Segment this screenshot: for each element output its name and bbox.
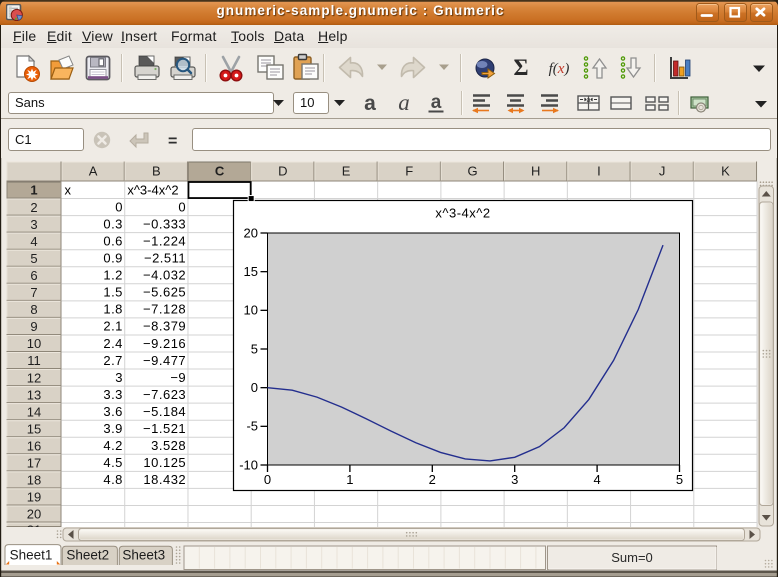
svg-text:1.8: 1.8 xyxy=(103,302,123,317)
svg-text:4.5: 4.5 xyxy=(103,455,123,470)
svg-text:2.1: 2.1 xyxy=(103,319,123,334)
svg-text:15: 15 xyxy=(27,421,41,436)
svg-text:F: F xyxy=(405,164,413,179)
svg-text:0: 0 xyxy=(115,199,123,214)
svg-text:4: 4 xyxy=(30,234,37,249)
svg-text:11: 11 xyxy=(27,353,41,368)
svg-text:D: D xyxy=(278,164,287,179)
svg-text:7: 7 xyxy=(30,285,37,300)
svg-text:2: 2 xyxy=(429,472,436,487)
svg-text:0: 0 xyxy=(178,199,186,214)
svg-text:12: 12 xyxy=(27,370,41,385)
svg-text:B: B xyxy=(152,164,161,179)
svg-text:5: 5 xyxy=(251,341,258,356)
svg-text:16: 16 xyxy=(27,438,41,453)
svg-text:4: 4 xyxy=(593,472,600,487)
svg-text:18.432: 18.432 xyxy=(143,472,186,487)
svg-text:0.6: 0.6 xyxy=(103,233,123,248)
svg-text:−7.128: −7.128 xyxy=(143,302,186,317)
svg-text:3: 3 xyxy=(511,472,518,487)
svg-text:14: 14 xyxy=(27,404,41,419)
svg-text:9: 9 xyxy=(30,319,37,334)
svg-text:−9.477: −9.477 xyxy=(143,353,186,368)
svg-text:3.9: 3.9 xyxy=(103,421,123,436)
svg-text:H: H xyxy=(531,164,540,179)
svg-text:Sum=0: Sum=0 xyxy=(611,550,653,565)
svg-text:3.3: 3.3 xyxy=(103,387,123,402)
svg-text:-10: -10 xyxy=(239,457,258,472)
svg-text:4.8: 4.8 xyxy=(103,472,123,487)
svg-text:3.6: 3.6 xyxy=(103,404,123,419)
svg-text:18: 18 xyxy=(27,473,41,488)
svg-text:1.5: 1.5 xyxy=(103,285,123,300)
svg-text:−9.216: −9.216 xyxy=(143,336,186,351)
svg-text:C: C xyxy=(215,164,225,179)
svg-text:-5: -5 xyxy=(246,419,258,434)
svg-text:Σ: Σ xyxy=(513,55,528,80)
svg-text:−5.184: −5.184 xyxy=(143,404,186,419)
svg-text:3: 3 xyxy=(115,370,123,385)
svg-text:17: 17 xyxy=(27,456,41,471)
svg-text:E: E xyxy=(342,164,351,179)
svg-text:−4.032: −4.032 xyxy=(143,268,186,283)
svg-text:a: a xyxy=(364,92,376,115)
svg-text:−7.623: −7.623 xyxy=(143,387,186,402)
svg-text:13: 13 xyxy=(27,387,41,402)
svg-text:20: 20 xyxy=(27,507,41,522)
svg-text:3.528: 3.528 xyxy=(151,438,186,453)
svg-text:5: 5 xyxy=(30,251,37,266)
svg-text:Sheet1: Sheet1 xyxy=(10,548,53,563)
svg-text:x: x xyxy=(65,182,72,197)
svg-text:1: 1 xyxy=(30,183,37,198)
svg-text:6: 6 xyxy=(30,268,37,283)
svg-text:−0.333: −0.333 xyxy=(143,216,186,231)
svg-text:=: = xyxy=(168,133,177,150)
svg-text:3: 3 xyxy=(30,217,37,232)
svg-text:−9: −9 xyxy=(170,370,186,385)
svg-text:8: 8 xyxy=(30,302,37,317)
svg-text:−5.625: −5.625 xyxy=(143,285,186,300)
svg-text:2: 2 xyxy=(30,200,37,215)
svg-text:a: a xyxy=(587,97,591,104)
svg-text:5: 5 xyxy=(676,472,683,487)
svg-text:0: 0 xyxy=(264,472,271,487)
svg-text:−8.379: −8.379 xyxy=(143,319,186,334)
svg-text:1: 1 xyxy=(346,472,353,487)
svg-text:0.3: 0.3 xyxy=(103,216,123,231)
svg-text:Sheet2: Sheet2 xyxy=(66,548,109,563)
svg-text:a: a xyxy=(431,92,442,113)
svg-text:f(x): f(x) xyxy=(549,61,570,77)
svg-text:G: G xyxy=(467,164,477,179)
svg-text:x^3-4x^2: x^3-4x^2 xyxy=(435,206,490,221)
svg-text:19: 19 xyxy=(27,490,41,505)
svg-text:15: 15 xyxy=(244,264,258,279)
svg-text:10.125: 10.125 xyxy=(143,455,186,470)
svg-text:2.4: 2.4 xyxy=(103,336,123,351)
svg-text:Sheet3: Sheet3 xyxy=(122,548,165,563)
svg-text:1.2: 1.2 xyxy=(103,268,123,283)
svg-text:x^3-4x^2: x^3-4x^2 xyxy=(127,182,178,197)
svg-text:K: K xyxy=(721,164,730,179)
svg-text:a: a xyxy=(398,90,410,115)
svg-text:A: A xyxy=(89,164,98,179)
svg-text:−2.511: −2.511 xyxy=(144,251,186,266)
svg-text:0.9: 0.9 xyxy=(103,251,123,266)
svg-text:10: 10 xyxy=(244,303,258,318)
svg-text:I: I xyxy=(597,164,601,179)
svg-text:4.2: 4.2 xyxy=(103,438,123,453)
svg-text:10: 10 xyxy=(27,336,41,351)
svg-text:−1.224: −1.224 xyxy=(143,233,186,248)
svg-text:−1.521: −1.521 xyxy=(143,421,186,436)
svg-text:2.7: 2.7 xyxy=(103,353,123,368)
svg-text:0: 0 xyxy=(251,380,258,395)
svg-text:J: J xyxy=(659,164,666,179)
svg-text:20: 20 xyxy=(244,225,258,240)
